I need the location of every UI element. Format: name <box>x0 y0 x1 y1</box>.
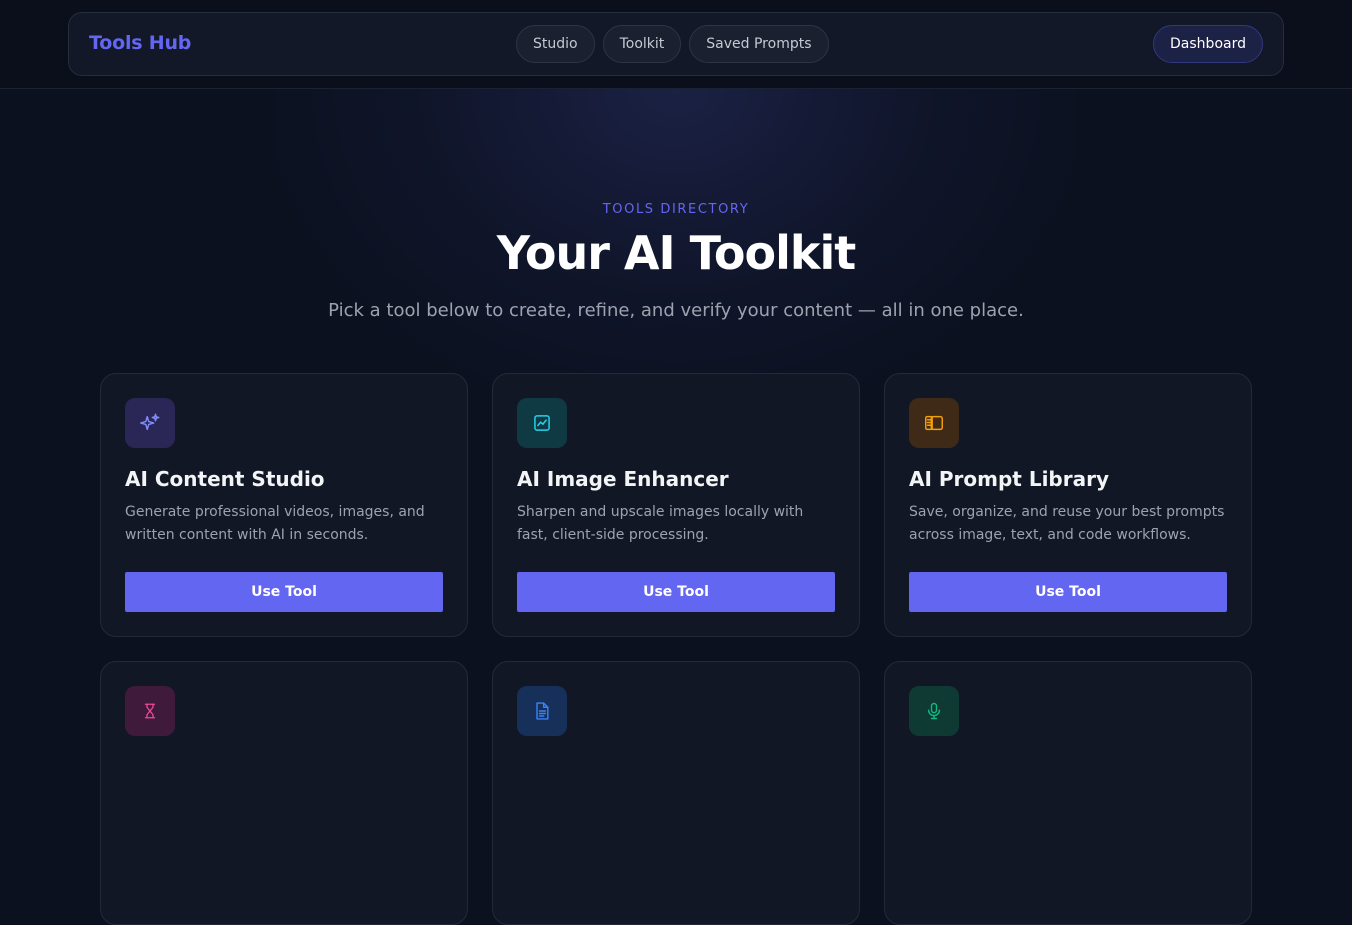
tool-card-image-enhancer: AI Image Enhancer Sharpen and upscale im… <box>492 373 860 637</box>
nav-link-saved-prompts[interactable]: Saved Prompts <box>689 25 829 63</box>
tool-card-content-studio: AI Content Studio Generate professional … <box>100 373 468 637</box>
hourglass-icon <box>125 686 175 736</box>
section-eyebrow: TOOLS DIRECTORY <box>602 202 750 217</box>
tool-title: AI Prompt Library <box>909 467 1109 491</box>
dashboard-button[interactable]: Dashboard <box>1153 25 1263 63</box>
image-chart-icon <box>517 398 567 448</box>
tool-title: AI Content Studio <box>125 467 325 491</box>
tools-grid: AI Content Studio Generate professional … <box>100 373 1252 925</box>
tool-card-5 <box>492 661 860 925</box>
tool-description: Save, organize, and reuse your best prom… <box>909 504 1225 543</box>
library-icon <box>909 398 959 448</box>
tool-title: AI Image Enhancer <box>517 467 729 491</box>
use-tool-button[interactable]: Use Tool <box>125 572 443 612</box>
sparkles-icon <box>125 398 175 448</box>
navbar: Tools Hub Studio Toolkit Saved Prompts D… <box>68 12 1284 76</box>
nav-link-toolkit[interactable]: Toolkit <box>602 25 682 63</box>
tool-description: Sharpen and upscale images locally with … <box>517 504 804 543</box>
tool-card-6 <box>884 661 1252 925</box>
page-title: Your AI Toolkit <box>496 226 856 280</box>
tool-card-4 <box>100 661 468 925</box>
tool-description: Generate professional videos, images, an… <box>125 504 425 543</box>
nav-link-studio[interactable]: Studio <box>516 25 595 63</box>
microphone-icon <box>909 686 959 736</box>
page-subtitle: Pick a tool below to create, refine, and… <box>328 300 1024 321</box>
brand-logo[interactable]: Tools Hub <box>89 32 191 54</box>
use-tool-button[interactable]: Use Tool <box>909 572 1227 612</box>
document-icon <box>517 686 567 736</box>
nav-links: Studio Toolkit Saved Prompts <box>516 25 829 63</box>
tool-card-prompt-library: AI Prompt Library Save, organize, and re… <box>884 373 1252 637</box>
use-tool-button[interactable]: Use Tool <box>517 572 835 612</box>
